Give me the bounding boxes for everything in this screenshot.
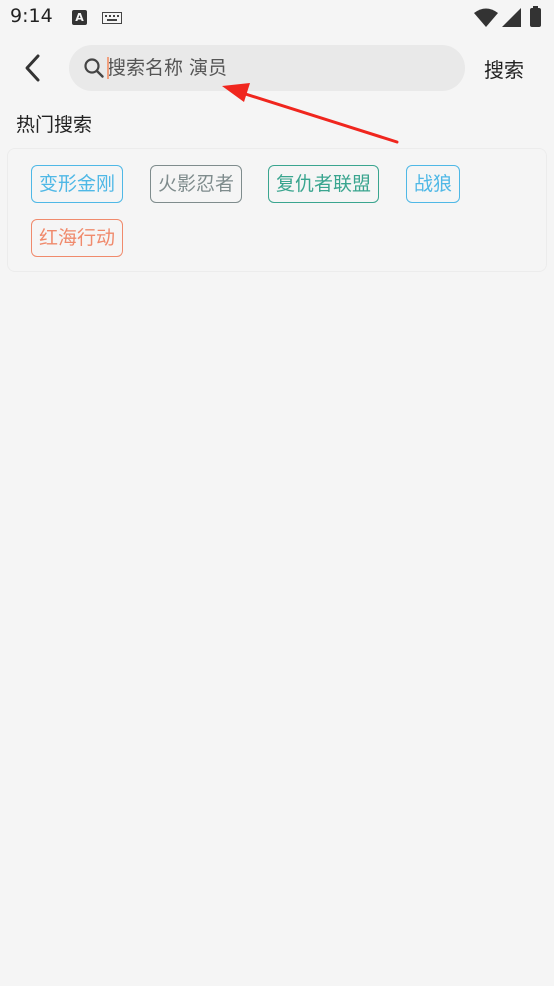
hot-tag[interactable]: 变形金刚 bbox=[31, 165, 124, 203]
search-icon bbox=[84, 58, 104, 78]
wifi-icon bbox=[474, 8, 498, 27]
hot-tag[interactable]: 战狼 bbox=[406, 165, 461, 203]
text-cursor bbox=[107, 57, 109, 79]
hot-tag[interactable]: 火影忍者 bbox=[150, 165, 243, 203]
search-button[interactable]: 搜索 bbox=[484, 50, 524, 86]
battery-icon bbox=[530, 6, 541, 27]
status-bar: 9:14 A bbox=[0, 0, 554, 36]
signal-icon bbox=[502, 8, 521, 27]
keyboard-icon bbox=[102, 12, 122, 24]
search-screen: 9:14 A 搜索 热门搜索 变形金刚 火影忍者 bbox=[0, 0, 554, 986]
back-button[interactable] bbox=[16, 48, 50, 88]
hot-tag[interactable]: 红海行动 bbox=[31, 219, 124, 257]
search-input[interactable] bbox=[107, 45, 447, 91]
chevron-left-icon bbox=[25, 54, 40, 82]
status-time: 9:14 bbox=[10, 5, 53, 27]
hot-search-title: 热门搜索 bbox=[16, 114, 93, 136]
text-notification-icon: A bbox=[72, 10, 87, 25]
hot-search-tags: 变形金刚 火影忍者 复仇者联盟 战狼 红海行动 bbox=[7, 148, 547, 272]
search-bar[interactable] bbox=[69, 45, 465, 91]
hot-tag[interactable]: 复仇者联盟 bbox=[268, 165, 380, 203]
